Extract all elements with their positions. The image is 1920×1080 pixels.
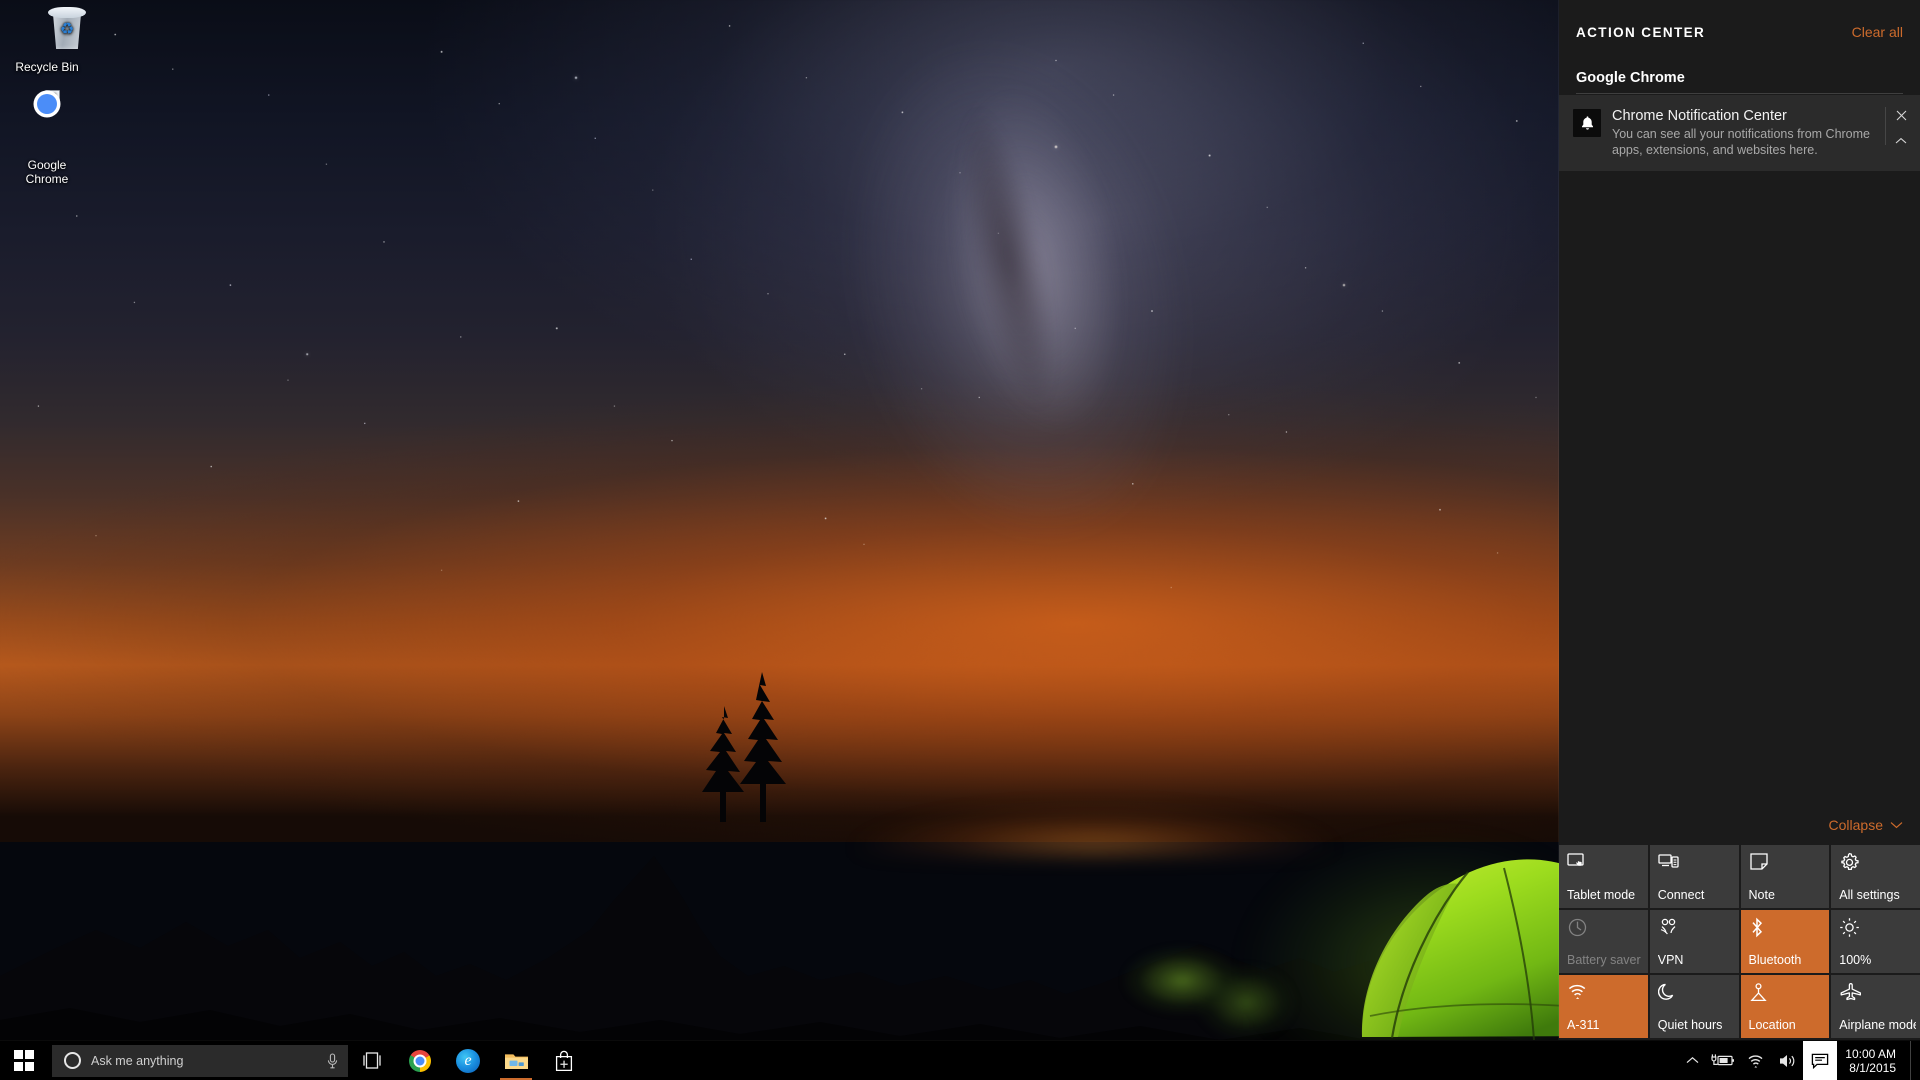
collapse-label: Collapse [1828,817,1883,833]
desktop-icon-label: Recycle Bin [15,60,79,74]
quick-action-label: Location [1748,1018,1796,1032]
taskbar: Ask me anything e 10:00 AM 8/1/2015 [0,1040,1920,1080]
notification-actions [1890,105,1912,151]
notification-item[interactable]: Chrome Notification Center You can see a… [1559,95,1920,171]
quick-action-label: 100% [1839,953,1872,967]
airplane-mode-icon [1839,982,1920,1006]
microphone-icon[interactable] [324,1051,340,1071]
quick-action-wifi[interactable]: A-311 [1559,975,1648,1038]
cortana-circle-icon [64,1052,81,1069]
desktop-icon-recycle-bin[interactable]: ♻ Recycle Bin [5,6,89,74]
windows-logo-icon [13,1050,35,1071]
quick-action-label: Quiet hours [1657,1018,1723,1032]
quick-action-label: Tablet mode [1567,888,1636,902]
notification-body: You can see all your notifications from … [1612,127,1871,157]
clock-time: 10:00 AM [1845,1046,1896,1061]
brightness-icon [1839,917,1920,941]
taskbar-button-file-explorer[interactable] [492,1041,540,1080]
bell-icon [1573,109,1601,137]
bluetooth-icon [1749,917,1830,941]
close-icon[interactable] [1890,105,1912,125]
notification-title: Chrome Notification Center [1612,108,1787,124]
taskbar-button-microsoft-edge[interactable]: e [444,1041,492,1080]
battery-saver-icon [1567,917,1648,941]
pine-trees [700,672,830,822]
show-hidden-icons-button[interactable] [1679,1041,1705,1080]
quick-action-label: Airplane mode [1839,1018,1916,1032]
recycle-bin-icon: ♻ [5,6,89,56]
desktop-icon-label-line2: Chrome [25,172,69,186]
desktop-screen: ♻ Recycle Bin ↗ Google Chrome ACTION CEN… [0,0,1920,1080]
quick-action-quiet-hours[interactable]: Quiet hours [1649,975,1739,1038]
quiet-hours-icon [1657,982,1739,1006]
shortcut-arrow-icon: ↗ [45,90,60,105]
search-input[interactable]: Ask me anything [52,1044,348,1077]
chevron-up-icon[interactable] [1890,131,1912,151]
note-icon [1749,852,1830,876]
start-button[interactable] [0,1041,48,1080]
quick-action-note[interactable]: Note [1740,845,1830,908]
quick-action-battery-saver[interactable]: Battery saver [1559,910,1648,973]
quick-action-label: Battery saver [1567,953,1641,967]
clear-all-button[interactable]: Clear all [1852,24,1903,40]
collapse-quick-actions-button[interactable]: Collapse [1559,817,1920,845]
quick-action-label: Bluetooth [1748,953,1802,967]
quick-action-label: Connect [1657,888,1705,902]
wifi-icon[interactable] [1741,1041,1772,1080]
quick-action-all-settings[interactable]: All settings [1831,845,1920,908]
app-notification-group: Google Chrome Chrome Notification Center… [1559,70,1920,171]
show-desktop-button[interactable] [1910,1040,1918,1080]
store-bag-icon [554,1050,574,1072]
quick-action-vpn[interactable]: VPN [1649,910,1739,973]
group-divider [1576,93,1903,94]
action-center-panel: ACTION CENTER Clear all Google Chrome Ch… [1559,0,1920,1040]
tablet-mode-icon [1567,852,1648,876]
task-view-icon [361,1052,383,1069]
notification-action-divider [1885,107,1886,145]
notification-content: Chrome Notification Center You can see a… [1612,107,1910,158]
quick-action-airplane-mode[interactable]: Airplane mode [1831,975,1920,1038]
quick-action-connect[interactable]: Connect [1649,845,1739,908]
battery-plug-icon[interactable] [1705,1041,1741,1080]
chevron-down-icon [1890,821,1903,829]
taskbar-button-google-chrome[interactable] [396,1041,444,1080]
quick-actions-grid: Tablet mode Connect Note All settings Ba… [1559,845,1920,1040]
folder-icon [504,1051,529,1071]
system-tray: 10:00 AM 8/1/2015 [1679,1040,1920,1080]
action-center-header: ACTION CENTER Clear all [1559,0,1920,48]
wifi-icon [1567,982,1648,1006]
quick-action-brightness[interactable]: 100% [1831,910,1920,973]
quick-action-label: A-311 [1567,1018,1600,1032]
location-icon [1749,982,1830,1006]
clock-date: 8/1/2015 [1849,1060,1896,1075]
speaker-icon[interactable] [1772,1041,1803,1080]
taskbar-button-microsoft-store[interactable] [540,1041,588,1080]
app-group-title: Google Chrome [1576,70,1685,86]
quick-action-bluetooth[interactable]: Bluetooth [1740,910,1830,973]
quick-action-location[interactable]: Location [1740,975,1830,1038]
clock[interactable]: 10:00 AM 8/1/2015 [1837,1041,1910,1080]
action-center-button[interactable] [1803,1040,1838,1080]
action-center-title: ACTION CENTER [1576,24,1706,40]
edge-icon: e [456,1048,480,1073]
connect-icon [1658,852,1739,876]
quick-action-label: VPN [1657,953,1684,967]
desktop-icon-label-line1: Google [27,158,67,172]
desktop-icon-google-chrome[interactable]: ↗ Google Chrome [5,90,89,186]
quick-action-tablet-mode[interactable]: Tablet mode [1559,845,1648,908]
chrome-icon [409,1049,431,1072]
chrome-icon: ↗ [5,90,89,154]
task-view-button[interactable] [348,1041,396,1080]
vpn-icon [1658,917,1739,941]
quick-action-label: All settings [1839,888,1900,902]
quick-action-label: Note [1748,888,1775,902]
notifications-list[interactable]: Google Chrome Chrome Notification Center… [1559,48,1920,817]
settings-gear-icon [1839,852,1920,876]
search-placeholder: Ask me anything [91,1053,184,1068]
